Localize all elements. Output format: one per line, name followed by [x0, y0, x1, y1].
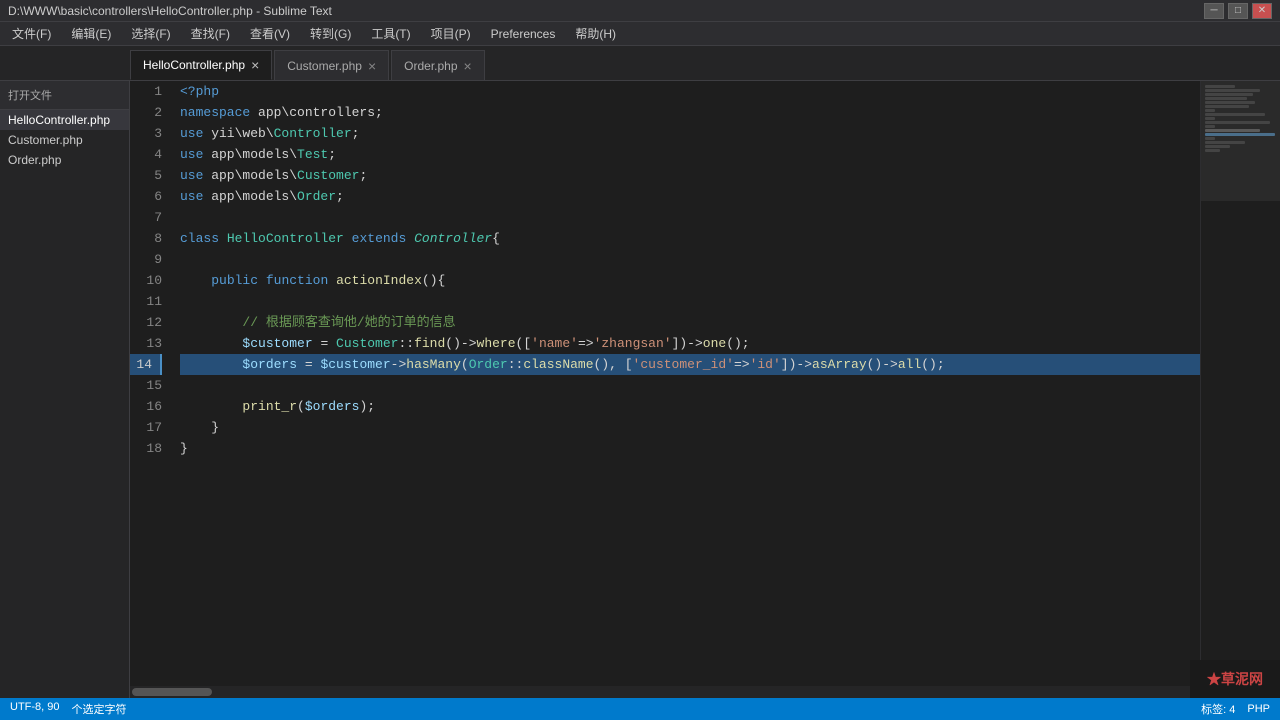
tab-customer-close[interactable]: ×	[368, 59, 376, 73]
status-bar: UTF-8, 90 个选定字符 标签: 4 PHP	[0, 698, 1280, 720]
tab-order-label: Order.php	[404, 59, 457, 73]
minimap-preview	[1201, 81, 1280, 201]
menu-help[interactable]: 帮助(H)	[567, 23, 624, 44]
code-content[interactable]: <?php namespace app\controllers; use yii…	[170, 81, 1200, 686]
menu-view[interactable]: 查看(V)	[242, 23, 298, 44]
status-encoding: UTF-8, 90	[10, 701, 60, 717]
status-right: 标签: 4 PHP	[1201, 701, 1270, 717]
minimap	[1200, 81, 1280, 686]
tab-hellocontroller[interactable]: HelloController.php ×	[130, 50, 272, 80]
title-bar: D:\WWW\basic\controllers\HelloController…	[0, 0, 1280, 22]
menu-select[interactable]: 选择(F)	[123, 23, 178, 44]
status-position: 标签: 4	[1201, 701, 1235, 717]
close-button[interactable]: ✕	[1252, 3, 1272, 19]
sidebar-item-order[interactable]: Order.php	[0, 150, 129, 170]
line-numbers: 1 2 3 4 5 6 7 8 9 10 11 12 13 14 15 16 1…	[130, 81, 170, 686]
scrollbar-thumb[interactable]	[132, 688, 212, 696]
menu-goto[interactable]: 转到(G)	[302, 23, 359, 44]
code-line-12: // 根据顾客查询他/她的订单的信息	[180, 312, 1200, 333]
horizontal-scrollbar[interactable]	[130, 686, 1280, 698]
code-line-1: <?php	[180, 81, 1200, 102]
code-line-11	[180, 291, 1200, 312]
maximize-button[interactable]: □	[1228, 3, 1248, 19]
sidebar-header: 打开文件	[0, 81, 129, 110]
code-line-18: }	[180, 438, 1200, 459]
menu-bar: 文件(F) 编辑(E) 选择(F) 查找(F) 查看(V) 转到(G) 工具(T…	[0, 22, 1280, 46]
title-bar-title: D:\WWW\basic\controllers\HelloController…	[8, 4, 332, 18]
logo-area: ★草泥网	[1190, 660, 1280, 698]
code-line-5: use app\models\Customer;	[180, 165, 1200, 186]
code-line-2: namespace app\controllers;	[180, 102, 1200, 123]
code-line-10: public function actionIndex(){	[180, 270, 1200, 291]
code-line-14: $orders = $customer->hasMany(Order::clas…	[180, 354, 1200, 375]
code-line-16: print_r($orders);	[180, 396, 1200, 417]
tab-order[interactable]: Order.php ×	[391, 50, 485, 80]
menu-find[interactable]: 查找(F)	[183, 23, 238, 44]
sidebar-item-customer[interactable]: Customer.php	[0, 130, 129, 150]
code-line-3: use yii\web\Controller;	[180, 123, 1200, 144]
code-line-17: }	[180, 417, 1200, 438]
tab-hellocontroller-label: HelloController.php	[143, 58, 245, 72]
tab-order-close[interactable]: ×	[464, 59, 472, 73]
sidebar-item-hellocontroller[interactable]: HelloController.php	[0, 110, 129, 130]
tab-hellocontroller-close[interactable]: ×	[251, 58, 259, 72]
tab-customer[interactable]: Customer.php ×	[274, 50, 389, 80]
code-line-8: class HelloController extends Controller…	[180, 228, 1200, 249]
status-language: PHP	[1247, 703, 1270, 715]
menu-project[interactable]: 项目(P)	[423, 23, 479, 44]
code-line-4: use app\models\Test;	[180, 144, 1200, 165]
menu-file[interactable]: 文件(F)	[4, 23, 59, 44]
main-layout: 打开文件 HelloController.php Customer.php Or…	[0, 81, 1280, 698]
logo-text: ★草泥网	[1207, 669, 1263, 689]
code-line-13: $customer = Customer::find()->where(['na…	[180, 333, 1200, 354]
status-selection: 个选定字符	[72, 701, 127, 717]
code-line-7	[180, 207, 1200, 228]
title-bar-controls: ─ □ ✕	[1204, 3, 1272, 19]
status-left: UTF-8, 90 个选定字符	[10, 701, 127, 717]
editor-area[interactable]: 1 2 3 4 5 6 7 8 9 10 11 12 13 14 15 16 1…	[130, 81, 1280, 698]
tab-customer-label: Customer.php	[287, 59, 362, 73]
code-line-15	[180, 375, 1200, 396]
minimize-button[interactable]: ─	[1204, 3, 1224, 19]
code-line-6: use app\models\Order;	[180, 186, 1200, 207]
menu-tools[interactable]: 工具(T)	[363, 23, 418, 44]
sidebar: 打开文件 HelloController.php Customer.php Or…	[0, 81, 130, 698]
menu-preferences[interactable]: Preferences	[483, 25, 564, 43]
code-container: 1 2 3 4 5 6 7 8 9 10 11 12 13 14 15 16 1…	[130, 81, 1280, 686]
tab-bar: HelloController.php × Customer.php × Ord…	[0, 46, 1280, 81]
menu-edit[interactable]: 编辑(E)	[63, 23, 119, 44]
code-line-9	[180, 249, 1200, 270]
